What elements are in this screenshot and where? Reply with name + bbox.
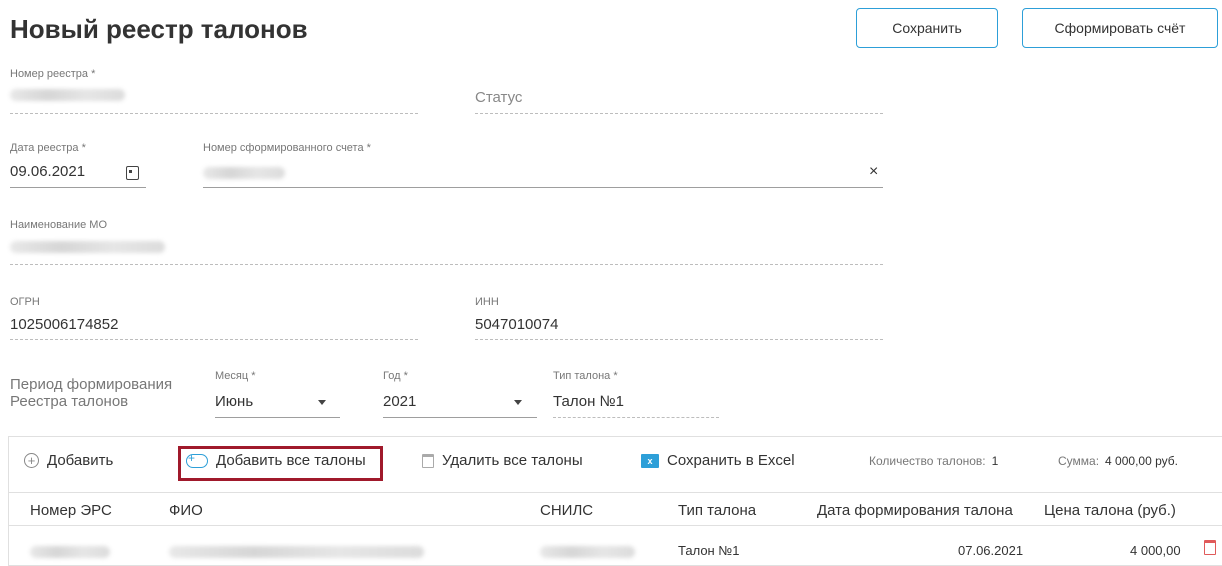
period-label: Период формирования Реестра талонов [10,376,173,410]
count-value: 1 [991,454,999,468]
delete-row-icon[interactable] [1204,540,1216,555]
year-underline [383,417,537,418]
registry-date-input[interactable]: 09.06.2021 [10,163,85,180]
column-header-coupon-type[interactable]: Тип талона [678,502,756,519]
trash-icon [422,453,434,468]
add-all-highlight [178,446,383,481]
ogrn-value[interactable]: 1025006174852 [10,316,118,333]
ers-number-redacted [30,546,110,558]
chevron-down-icon[interactable] [514,400,522,405]
calendar-icon[interactable] [126,166,139,180]
column-header-ers[interactable]: Номер ЭРС [30,502,112,519]
coupon-type-underline [553,417,719,418]
chevron-down-icon[interactable] [318,400,326,405]
month-underline [215,417,340,418]
inn-label: ИНН [475,296,499,308]
row-price: 4 000,00 [1130,543,1181,558]
year-label: Год * [383,370,408,382]
column-header-snils[interactable]: СНИЛС [540,502,593,519]
coupon-type-label: Тип талона * [553,370,618,382]
save-excel-button[interactable]: x Сохранить в Excel [641,452,795,469]
coupon-type-field[interactable]: Талон №1 [553,393,624,410]
mo-name-value-redacted [10,241,165,253]
registry-date-label: Дата реестра * [10,142,86,154]
inn-underline [475,339,883,340]
mo-name-label: Наименование МО [10,219,108,231]
row-coupon-type: Талон №1 [678,543,740,558]
registry-number-value-redacted [10,89,125,101]
column-header-price[interactable]: Цена талона (руб.) [1044,502,1176,519]
mo-name-field[interactable] [10,264,883,265]
save-button[interactable]: Сохранить [856,8,998,48]
add-button[interactable]: + Добавить [24,452,113,469]
month-select[interactable]: Июнь [215,393,253,410]
ogrn-underline [10,339,418,340]
status-underline [475,113,883,114]
inn-value[interactable]: 5047010074 [475,316,558,333]
year-select[interactable]: 2021 [383,393,416,410]
column-header-date[interactable]: Дата формирования талона [817,502,1013,519]
sum-value: 4 000,00 руб. [1105,454,1178,468]
registry-number-label: Номер реестра * [10,68,96,80]
invoice-number-label: Номер сформированного счета * [203,142,371,154]
column-header-fio[interactable]: ФИО [169,502,203,519]
coupons-sum: Сумма: 4 000,00 руб. [1058,454,1178,468]
delete-all-button[interactable]: Удалить все талоны [422,452,583,469]
fio-redacted [169,546,424,558]
ogrn-label: ОГРН [10,296,40,308]
row-date: 07.06.2021 [958,543,1024,558]
add-label: Добавить [47,452,114,469]
coupons-count: Количество талонов: 1 [869,454,998,468]
registry-number-field[interactable] [10,113,418,114]
delete-all-label: Удалить все талоны [442,452,583,469]
form-invoice-button[interactable]: Сформировать счёт [1022,8,1218,48]
status-field[interactable]: Статус [475,89,522,106]
sum-label: Сумма: [1058,454,1100,468]
plus-circle-icon: + [24,453,39,468]
invoice-number-value-redacted [203,167,285,179]
excel-icon: x [641,453,659,468]
page-title: Новый реестр талонов [10,14,308,44]
month-label: Месяц * [215,370,256,382]
save-excel-label: Сохранить в Excel [667,452,795,469]
registry-date-underline [10,187,146,188]
invoice-number-field[interactable] [203,187,883,188]
count-label: Количество талонов: [869,454,986,468]
snils-redacted [540,546,635,558]
close-icon[interactable]: × [869,163,878,181]
